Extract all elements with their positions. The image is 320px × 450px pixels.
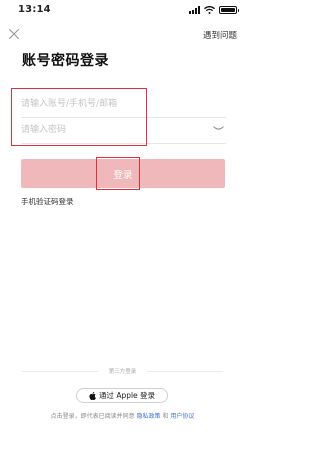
eye-closed-icon[interactable] <box>213 126 224 132</box>
close-icon[interactable] <box>8 28 20 40</box>
status-icons <box>189 6 239 14</box>
third-party-divider: 第三方登录 <box>22 367 223 376</box>
agreement-text: 点击登录，即代表已阅读并同意 隐私政策 和 用户协议 <box>0 411 245 420</box>
user-agreement-link[interactable]: 用户协议 <box>170 413 194 420</box>
wifi-icon <box>204 6 215 14</box>
signal-icon <box>189 6 200 14</box>
login-button[interactable]: 登录 <box>21 159 225 188</box>
help-link[interactable]: 遇到问题 <box>203 29 237 41</box>
status-bar: 13:14 <box>0 0 245 20</box>
apple-login-button[interactable]: 通过 Apple 登录 <box>76 388 168 403</box>
privacy-policy-link[interactable]: 隐私政策 <box>137 413 161 420</box>
page-title: 账号密码登录 <box>22 53 109 69</box>
status-time: 13:14 <box>18 4 51 15</box>
password-input[interactable] <box>21 117 226 144</box>
apple-icon <box>89 391 96 400</box>
battery-icon <box>219 6 239 14</box>
agreement-conjunction: 和 <box>162 413 169 420</box>
divider-line-right <box>147 371 223 372</box>
account-input[interactable] <box>21 91 226 118</box>
apple-login-label: 通过 Apple 登录 <box>98 391 156 400</box>
sms-login-link[interactable]: 手机验证码登录 <box>21 196 74 207</box>
agreement-prefix: 点击登录，即代表已阅读并同意 <box>50 413 135 420</box>
